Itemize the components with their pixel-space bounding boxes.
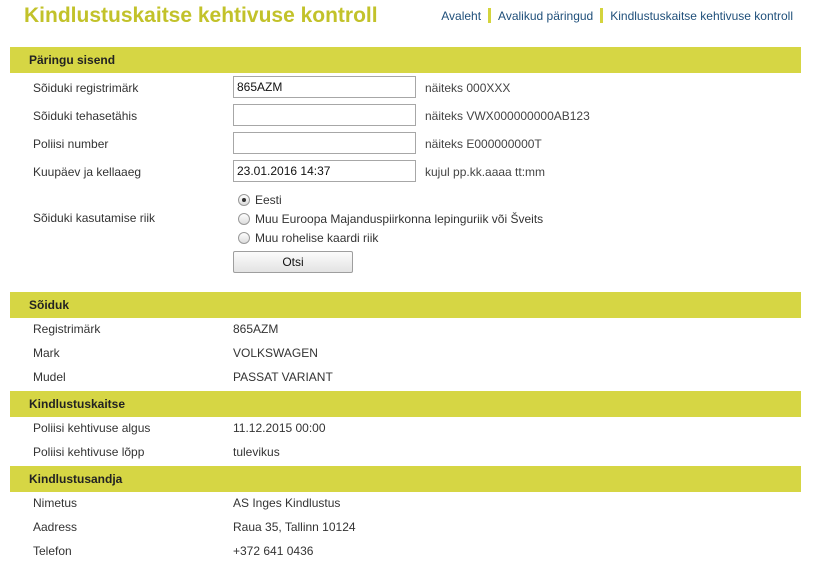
reg-number-label: Sõiduki registrimärk (33, 81, 139, 95)
query-section-header-wrap: Päringu sisend (10, 47, 801, 73)
insurer-name-value: AS Inges Kindlustus (233, 496, 341, 510)
datetime-hint: kujul pp.kk.aaaa tt:mm (425, 165, 546, 179)
insurer-section-wrap: Kindlustusandja (10, 466, 801, 492)
coverage-section-wrap: Kindlustuskaitse (10, 391, 801, 417)
insurer-phone-label: Telefon (33, 544, 72, 558)
reg-number-hint: näiteks 000XXX (425, 81, 511, 95)
policy-start-value: 11.12.2015 00:00 (233, 421, 326, 435)
datetime-label: Kuupäev ja kellaaeg (33, 165, 142, 179)
policy-start-label: Poliisi kehtivuse algus (33, 421, 151, 435)
vehicle-make-value: VOLKSWAGEN (233, 346, 318, 360)
vin-input[interactable] (233, 104, 416, 126)
vin-hint: näiteks VWX000000000AB123 (425, 109, 590, 123)
vehicle-section-header: Sõiduk (10, 292, 801, 318)
vehicle-section-wrap: Sõiduk (10, 292, 801, 318)
insurer-phone-value: +372 641 0436 (233, 544, 314, 558)
insurer-address-label: Aadress (33, 520, 78, 534)
insurer-address-value: Raua 35, Tallinn 10124 (233, 520, 356, 534)
policy-number-input[interactable] (233, 132, 416, 154)
radio-label: Muu rohelise kaardi riik (255, 231, 379, 245)
page-title: Kindlustuskaitse kehtivuse kontroll (24, 4, 378, 27)
vehicle-reg-label: Registrimärk (33, 322, 101, 336)
policy-end-value: tulevikus (233, 445, 280, 459)
radio-option-eea[interactable]: Muu Euroopa Majanduspiirkonna lepingurii… (238, 212, 543, 226)
coverage-section-header: Kindlustuskaitse (10, 391, 801, 417)
nav-link-public-queries[interactable]: Avalikud päringud (498, 9, 593, 23)
nav-separator (488, 8, 492, 23)
nav-link-home[interactable]: Avaleht (441, 9, 481, 23)
policy-number-hint: näiteks E000000000T (425, 137, 542, 151)
nav-separator (600, 8, 604, 23)
vin-label: Sõiduki tehasetähis (33, 109, 138, 123)
datetime-input[interactable] (233, 160, 416, 182)
query-section-header: Päringu sisend (10, 47, 801, 73)
radio-option-green-card[interactable]: Muu rohelise kaardi riik (238, 231, 378, 245)
vehicle-model-value: PASSAT VARIANT (233, 370, 333, 384)
vehicle-reg-value: 865AZM (233, 322, 279, 336)
nav-link-insurance-check[interactable]: Kindlustuskaitse kehtivuse kontroll (610, 9, 793, 23)
radio-option-estonia[interactable]: Eesti (238, 193, 282, 207)
vehicle-model-label: Mudel (33, 370, 66, 384)
radio-label: Eesti (255, 193, 282, 207)
policy-end-label: Poliisi kehtivuse lõpp (33, 445, 145, 459)
radio-unchecked-icon[interactable] (238, 232, 250, 244)
vehicle-make-label: Mark (33, 346, 60, 360)
radio-label: Muu Euroopa Majanduspiirkonna lepingurii… (255, 212, 544, 226)
breadcrumb-nav: Avaleht Avalikud päringud Kindlustuskait… (441, 8, 793, 23)
insurer-name-label: Nimetus (33, 496, 78, 510)
search-button[interactable]: Otsi (233, 251, 353, 273)
insurer-section-header: Kindlustusandja (10, 466, 801, 492)
policy-number-label: Poliisi number (33, 137, 109, 151)
radio-checked-icon[interactable] (238, 194, 250, 206)
reg-number-input[interactable] (233, 76, 416, 98)
country-label: Sõiduki kasutamise riik (33, 211, 156, 225)
radio-unchecked-icon[interactable] (238, 213, 250, 225)
